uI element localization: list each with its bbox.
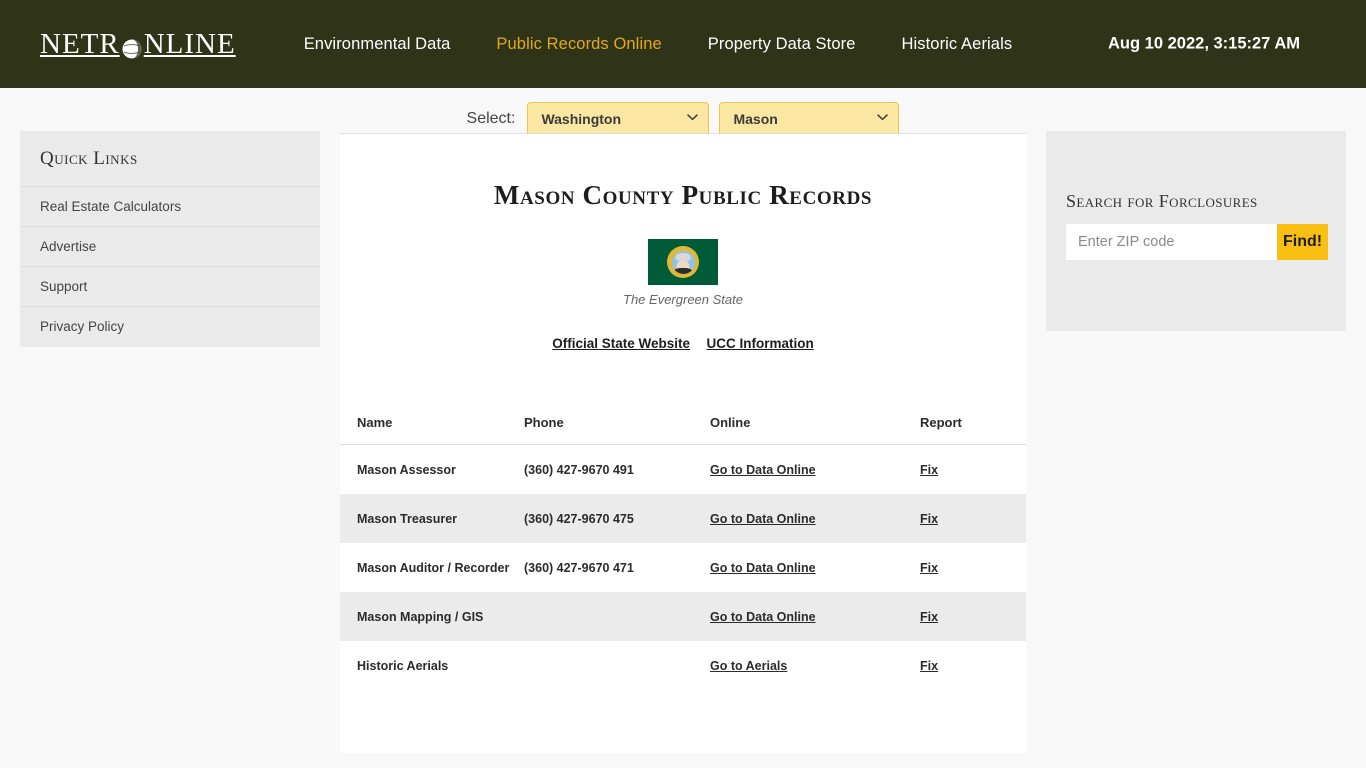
flag-caption: The Evergreen State — [623, 292, 743, 308]
column-header-phone: Phone — [524, 403, 710, 446]
table-row: Mason Mapping / GIS Go to Data Online Fi… — [340, 592, 1026, 642]
cell-phone: (360) 427-9670 475 — [524, 512, 634, 527]
flag-block: The Evergreen State — [340, 239, 1026, 307]
cell-online: Go to Aerials — [710, 641, 920, 690]
fix-link[interactable]: Fix — [920, 659, 938, 673]
zip-code-input[interactable] — [1066, 224, 1277, 260]
nav-item-property-data-store[interactable]: Property Data Store — [708, 35, 856, 54]
county-select-wrap: Mason — [719, 102, 900, 136]
page-body: Quick Links Real Estate Calculators Adve… — [0, 88, 1366, 768]
column-header-online: Online — [710, 403, 920, 446]
main-nav: Environmental Data Public Records Online… — [304, 35, 1013, 54]
zip-search-row: Find! — [1066, 224, 1329, 260]
logo-text-after: NLINE — [143, 27, 236, 60]
table-row: Mason Auditor / Recorder (360) 427-9670 … — [340, 543, 1026, 592]
cell-phone: (360) 427-9670 491 — [524, 463, 634, 478]
fix-link[interactable]: Fix — [920, 463, 938, 477]
go-to-data-online-link[interactable]: Go to Data Online — [710, 610, 816, 624]
fix-link[interactable]: Fix — [920, 561, 938, 575]
content-card: Mason County Public Records The Evergree… — [340, 133, 1026, 753]
state-seal-icon — [667, 246, 699, 279]
cell-online: Go to Data Online — [710, 445, 920, 495]
table-row: Historic Aerials Go to Aerials Fix — [340, 641, 1026, 690]
cell-report: Fix — [920, 543, 1026, 592]
quick-links-title: Quick Links — [40, 148, 138, 169]
column-header-name: Name — [340, 403, 524, 446]
nav-item-historic-aerials[interactable]: Historic Aerials — [901, 35, 1012, 54]
sidebar-item-support[interactable]: Support — [20, 266, 320, 306]
site-header: NETR NLINE Environmental Data Public Rec… — [0, 0, 1366, 88]
cell-report: Fix — [920, 592, 1026, 641]
nav-item-environmental-data[interactable]: Environmental Data — [304, 35, 451, 54]
go-to-data-online-link[interactable]: Go to Data Online — [710, 512, 816, 526]
cell-report: Fix — [920, 494, 1026, 543]
cell-name: Mason Treasurer — [357, 512, 458, 527]
fix-link[interactable]: Fix — [920, 610, 938, 624]
globe-icon — [121, 35, 143, 59]
forclosure-search-title: Search for Forclosures — [1066, 191, 1258, 211]
table-row: Mason Treasurer (360) 427-9670 475 Go to… — [340, 494, 1026, 544]
find-button[interactable]: Find! — [1277, 224, 1329, 260]
cell-phone: (360) 427-9670 471 — [524, 561, 634, 576]
records-table: Name Phone Online Report Mason Assessor … — [340, 403, 1026, 690]
county-select[interactable]: Mason — [719, 102, 900, 136]
header-clock: Aug 10 2022, 3:15:27 AM — [1108, 34, 1300, 53]
records-table-head: Name Phone Online Report — [340, 403, 1026, 446]
cell-online: Go to Data Online — [710, 543, 920, 592]
sidebar-item-real-estate-calculators[interactable]: Real Estate Calculators — [20, 186, 320, 226]
table-header-row: Name Phone Online Report — [340, 403, 1026, 446]
cell-phone — [524, 641, 710, 690]
go-to-data-online-link[interactable]: Go to Data Online — [710, 463, 816, 477]
official-state-website-link[interactable]: Official State Website — [552, 336, 690, 351]
sidebar-item-advertise[interactable]: Advertise — [20, 226, 320, 266]
netronline-logo[interactable]: NETR NLINE — [40, 28, 236, 61]
cell-online: Go to Data Online — [710, 494, 920, 543]
forclosure-search-panel: Search for Forclosures Find! — [1046, 131, 1346, 331]
cell-report: Fix — [920, 641, 1026, 690]
state-select[interactable]: Washington — [527, 102, 710, 136]
logo-text-before: NETR — [40, 27, 120, 60]
cell-name: Mason Auditor / Recorder — [357, 561, 510, 576]
column-header-report: Report — [920, 403, 1026, 446]
sidebar-item-privacy-policy[interactable]: Privacy Policy — [20, 306, 320, 346]
go-to-data-online-link[interactable]: Go to Data Online — [710, 561, 816, 575]
fix-link[interactable]: Fix — [920, 512, 938, 526]
quick-links-panel: Quick Links Real Estate Calculators Adve… — [20, 131, 320, 347]
nav-item-public-records-online[interactable]: Public Records Online — [496, 35, 661, 54]
ucc-information-link[interactable]: UCC Information — [707, 336, 814, 351]
go-to-aerials-link[interactable]: Go to Aerials — [710, 659, 787, 673]
state-select-wrap: Washington — [527, 102, 710, 136]
washington-state-flag-icon — [648, 239, 718, 286]
table-row: Mason Assessor (360) 427-9670 491 Go to … — [340, 445, 1026, 495]
cell-report: Fix — [920, 445, 1026, 495]
cell-online: Go to Data Online — [710, 592, 920, 641]
cell-name: Historic Aerials — [357, 659, 449, 674]
select-label: Select: — [466, 110, 516, 127]
cell-name: Mason Assessor — [357, 463, 456, 478]
page-title: Mason County Public Records — [493, 180, 873, 211]
cell-name: Mason Mapping / GIS — [357, 610, 484, 625]
cell-phone — [524, 592, 710, 641]
records-table-body: Mason Assessor (360) 427-9670 491 Go to … — [340, 445, 1026, 691]
state-links: Official State Website UCC Information — [340, 335, 1026, 403]
